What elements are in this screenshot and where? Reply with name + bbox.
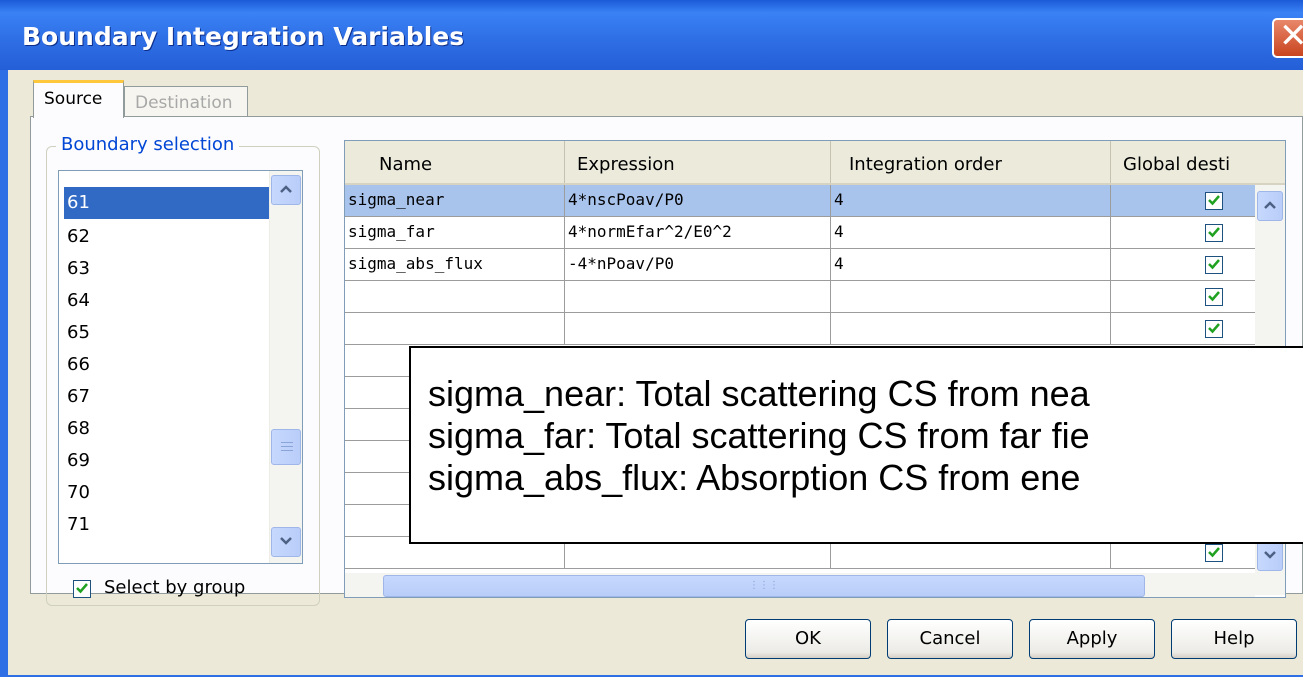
callout-line-sigma-abs-flux: sigma_abs_flux: Absorption CS from ene bbox=[428, 457, 1081, 498]
select-by-group-label: Select by group bbox=[104, 577, 246, 598]
boundary-selection-label: Boundary selection bbox=[56, 134, 240, 155]
list-item[interactable]: 64 bbox=[64, 285, 272, 317]
cell-expression[interactable]: 4*nscPoav/P0 bbox=[565, 185, 831, 216]
callout-line-sigma-far: sigma_far: Total scattering CS from far … bbox=[428, 415, 1090, 456]
cell-integration-order[interactable]: 4 bbox=[831, 185, 1111, 216]
list-item-partial[interactable] bbox=[64, 171, 272, 183]
global-destination-checkbox[interactable] bbox=[1205, 192, 1223, 210]
tab-source[interactable]: Source bbox=[33, 80, 124, 118]
chevron-down-icon bbox=[1264, 551, 1276, 559]
list-item[interactable]: 69 bbox=[64, 445, 272, 477]
check-icon bbox=[1208, 259, 1220, 270]
list-item[interactable]: 62 bbox=[64, 221, 272, 253]
list-item[interactable]: 63 bbox=[64, 253, 272, 285]
list-item[interactable]: 68 bbox=[64, 413, 272, 445]
column-header-expression[interactable]: Expression bbox=[565, 141, 831, 183]
global-destination-checkbox[interactable] bbox=[1205, 320, 1223, 338]
list-item[interactable]: 67 bbox=[64, 381, 272, 413]
check-icon bbox=[1208, 195, 1220, 206]
title-bar[interactable]: Boundary Integration Variables ✕ bbox=[0, 0, 1303, 70]
cell-integration-order[interactable]: 4 bbox=[831, 217, 1111, 248]
window-border bbox=[0, 70, 8, 677]
boundary-list[interactable]: 61 62 63 64 65 66 67 68 69 70 71 bbox=[58, 170, 303, 564]
ok-button[interactable]: OK bbox=[745, 619, 871, 659]
chevron-up-icon bbox=[280, 185, 292, 193]
callout-line-sigma-near: sigma_near: Total scattering CS from nea bbox=[428, 373, 1090, 414]
list-item[interactable]: 71 bbox=[64, 509, 272, 541]
horizontal-scroll-thumb[interactable]: ⋮⋮⋮ bbox=[383, 575, 1145, 597]
scroll-up-button[interactable] bbox=[1257, 191, 1283, 221]
cell-expression[interactable] bbox=[565, 281, 831, 312]
scroll-up-button[interactable] bbox=[271, 175, 301, 205]
cell-integration-order[interactable] bbox=[831, 281, 1111, 312]
table-row[interactable] bbox=[345, 313, 1255, 345]
check-icon bbox=[1208, 547, 1220, 558]
cell-name[interactable] bbox=[345, 281, 565, 312]
cell-expression[interactable] bbox=[565, 313, 831, 344]
cancel-button[interactable]: Cancel bbox=[887, 619, 1013, 659]
help-button[interactable]: Help bbox=[1171, 619, 1297, 659]
cell-integration-order[interactable] bbox=[831, 313, 1111, 344]
cell-integration-order[interactable]: 4 bbox=[831, 249, 1111, 280]
global-destination-checkbox[interactable] bbox=[1205, 544, 1223, 562]
cell-name[interactable]: sigma_far bbox=[345, 217, 565, 248]
global-destination-checkbox[interactable] bbox=[1205, 224, 1223, 242]
table-row[interactable]: sigma_abs_flux -4*nPoav/P0 4 bbox=[345, 249, 1255, 281]
dialog-window: Boundary Integration Variables ✕ Source … bbox=[0, 0, 1303, 677]
global-destination-checkbox[interactable] bbox=[1205, 256, 1223, 274]
table-row[interactable] bbox=[345, 281, 1255, 313]
chevron-up-icon bbox=[1264, 201, 1276, 209]
list-item[interactable]: 70 bbox=[64, 477, 272, 509]
column-header-global-destination[interactable]: Global desti bbox=[1111, 141, 1285, 183]
check-icon bbox=[1208, 323, 1220, 334]
cell-expression[interactable]: 4*normEfar^2/E0^2 bbox=[565, 217, 831, 248]
cell-name[interactable] bbox=[345, 313, 565, 344]
table-header: Name Expression Integration order Global… bbox=[345, 141, 1285, 185]
list-item[interactable]: 66 bbox=[64, 349, 272, 381]
chevron-down-icon bbox=[280, 537, 292, 545]
check-icon bbox=[1208, 227, 1220, 238]
list-scrollbar[interactable] bbox=[269, 171, 302, 563]
list-item[interactable]: 61 bbox=[64, 187, 272, 219]
window-title: Boundary Integration Variables bbox=[22, 22, 465, 51]
close-button[interactable]: ✕ bbox=[1272, 16, 1303, 58]
cell-name[interactable]: sigma_abs_flux bbox=[345, 249, 565, 280]
table-row[interactable]: sigma_far 4*normEfar^2/E0^2 4 bbox=[345, 217, 1255, 249]
close-icon: ✕ bbox=[1279, 16, 1303, 56]
scroll-down-button[interactable] bbox=[1257, 541, 1283, 571]
column-header-name[interactable]: Name bbox=[345, 141, 565, 183]
scroll-down-button[interactable] bbox=[271, 527, 301, 557]
check-icon bbox=[1208, 291, 1220, 302]
check-icon bbox=[76, 583, 88, 594]
tab-destination[interactable]: Destination bbox=[124, 86, 248, 120]
table-row[interactable]: sigma_near 4*nscPoav/P0 4 bbox=[345, 185, 1255, 217]
list-item[interactable]: 65 bbox=[64, 317, 272, 349]
cell-expression[interactable]: -4*nPoav/P0 bbox=[565, 249, 831, 280]
select-by-group-checkbox[interactable] bbox=[73, 580, 91, 598]
global-destination-checkbox[interactable] bbox=[1205, 288, 1223, 306]
table-horizontal-scrollbar[interactable]: ⋮⋮⋮ bbox=[345, 573, 1255, 597]
annotation-callout: sigma_near: Total scattering CS from nea… bbox=[409, 346, 1303, 544]
apply-button[interactable]: Apply bbox=[1029, 619, 1155, 659]
scroll-thumb[interactable] bbox=[271, 429, 301, 465]
column-header-integration-order[interactable]: Integration order bbox=[831, 141, 1111, 183]
cell-name[interactable]: sigma_near bbox=[345, 185, 565, 216]
